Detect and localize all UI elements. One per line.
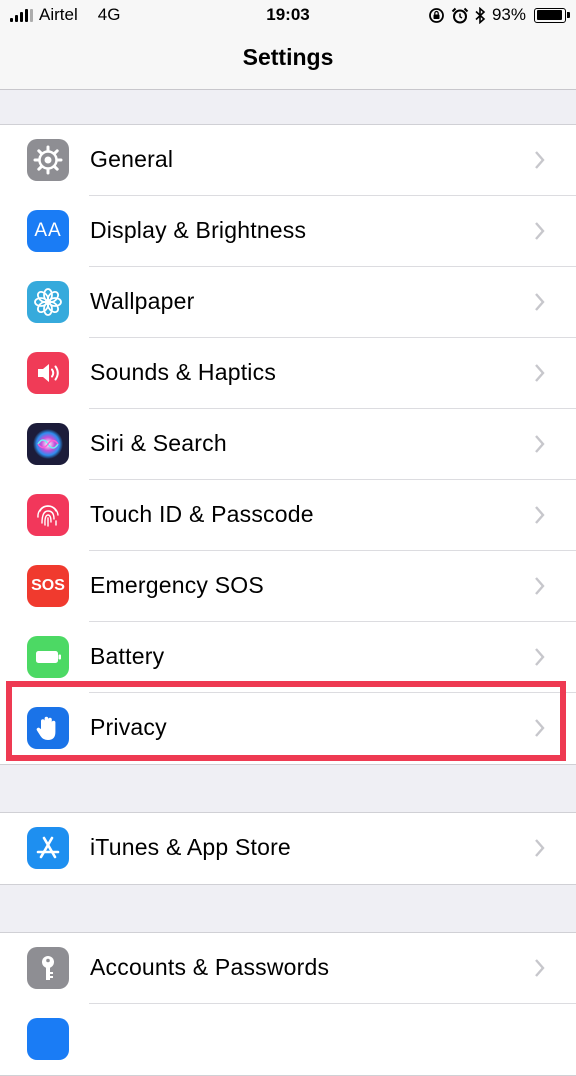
settings-row-touch-id-passcode[interactable]: Touch ID & Passcode [0,480,576,551]
settings-row-accounts-passwords[interactable]: Accounts & Passwords [0,933,576,1004]
key-icon [27,947,69,989]
chevron-right-icon [535,435,545,453]
settings-row-label: Touch ID & Passcode [90,501,314,527]
chevron-right-icon [535,151,545,169]
settings-row-emergency-sos[interactable]: SOS Emergency SOS [0,551,576,622]
settings-row-sounds-haptics[interactable]: Sounds & Haptics [0,338,576,409]
page-title: Settings [242,44,334,70]
battery-percentage: 93% [491,5,526,24]
gear-icon [27,139,69,181]
settings-group-store: iTunes & App Store [0,812,576,885]
partial-app-icon [27,1018,69,1060]
settings-row-label: Wallpaper [90,288,195,314]
chevron-right-icon [535,222,545,240]
settings-row-label: iTunes & App Store [90,834,291,860]
settings-group-accounts: Accounts & Passwords [0,932,576,1076]
text-size-icon: AA [27,210,69,252]
status-right: 93% [428,5,570,25]
settings-row-label: Emergency SOS [90,572,264,598]
settings-row-label: Accounts & Passwords [90,954,330,980]
app-store-icon [27,827,69,869]
navigation-bar: Settings [0,30,576,90]
alarm-icon [451,7,469,23]
settings-row-label: General [90,146,174,172]
battery-fill [536,10,562,20]
rotation-lock-icon [429,7,444,23]
flower-icon [27,281,69,323]
privacy-highlight-box [6,681,566,761]
siri-icon [27,423,69,465]
settings-row-display-brightness[interactable]: AA Display & Brightness [0,196,576,267]
status-bar: Airtel 4G 19:03 93% [0,0,576,30]
sos-icon: SOS [27,565,69,607]
settings-row-label: Siri & Search [90,430,227,456]
battery-icon [27,636,69,678]
chevron-right-icon [535,839,545,857]
chevron-right-icon [535,364,545,382]
chevron-right-icon [535,959,545,977]
settings-row-next-partial[interactable] [0,1004,576,1075]
speaker-icon [27,352,69,394]
settings-row-wallpaper[interactable]: Wallpaper [0,267,576,338]
fingerprint-icon [27,494,69,536]
chevron-right-icon [535,577,545,595]
settings-row-siri-search[interactable]: Siri & Search [0,409,576,480]
chevron-right-icon [535,506,545,524]
settings-group-main: General AA Display & Brightness Wallpape… [0,124,576,765]
settings-row-general[interactable]: General [0,125,576,196]
battery-indicator-icon [534,7,570,23]
bluetooth-icon [475,6,486,24]
settings-row-label: Sounds & Haptics [90,359,277,385]
settings-row-itunes-app-store[interactable]: iTunes & App Store [0,813,576,884]
chevron-right-icon [535,648,545,666]
chevron-right-icon [535,293,545,311]
settings-row-label: Battery [90,643,165,669]
settings-row-label: Display & Brightness [90,217,307,243]
